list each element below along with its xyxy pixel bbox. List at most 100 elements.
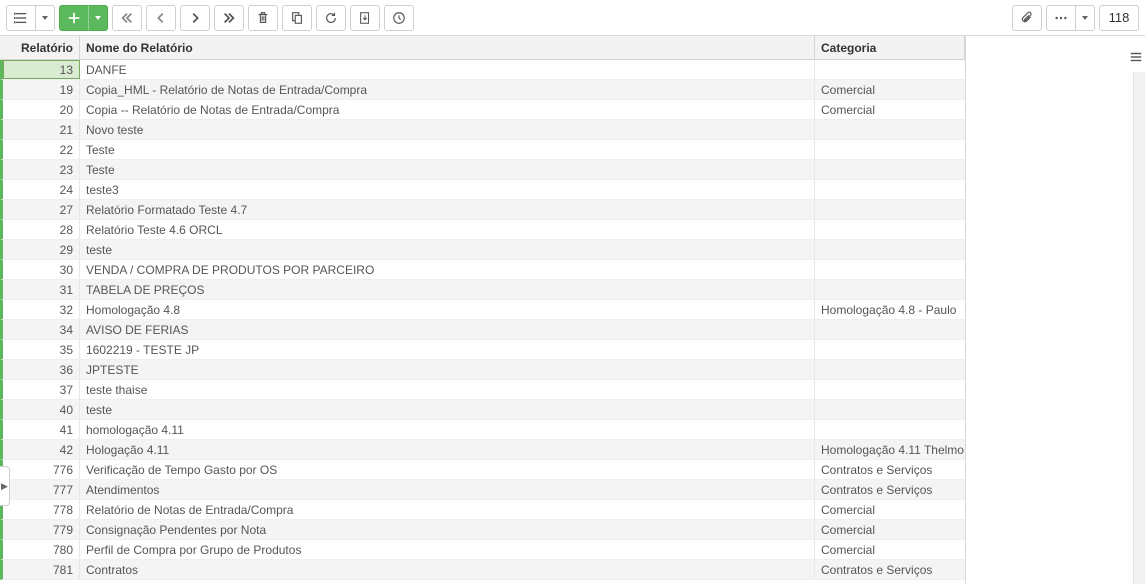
cell-category [815,360,965,379]
cell-name: Homologação 4.8 [80,300,815,319]
cell-id: 32 [3,300,80,319]
cell-category [815,200,965,219]
cell-category [815,160,965,179]
cell-name: teste thaise [80,380,815,399]
last-page-button[interactable] [214,5,244,31]
table-row[interactable]: 24teste3 [0,180,965,200]
cell-id: 30 [3,260,80,279]
cell-category [815,60,965,79]
cell-name: Consignação Pendentes por Nota [80,520,815,539]
table-row[interactable]: 23Teste [0,160,965,180]
add-button[interactable] [59,5,89,31]
list-view-dropdown[interactable] [35,5,55,31]
refresh-button[interactable] [316,5,346,31]
cell-category [815,420,965,439]
cell-category [815,120,965,139]
attachments-button[interactable] [1012,5,1042,31]
more-actions-dropdown[interactable] [1075,5,1095,31]
table-row[interactable]: 37teste thaise [0,380,965,400]
copy-button[interactable] [282,5,312,31]
table-row[interactable]: 36JPTESTE [0,360,965,380]
cell-category: Comercial [815,500,965,519]
column-header-category[interactable]: Categoria [815,36,965,59]
table-row[interactable]: 34AVISO DE FERIAS [0,320,965,340]
cell-id: 27 [3,200,80,219]
cell-name: VENDA / COMPRA DE PRODUTOS POR PARCEIRO [80,260,815,279]
prev-page-button[interactable] [146,5,176,31]
cell-name: teste [80,400,815,419]
cell-name: JPTESTE [80,360,815,379]
cell-name: DANFE [80,60,815,79]
table-row[interactable]: 780Perfil de Compra por Grupo de Produto… [0,540,965,560]
cell-name: Copia_HML - Relatório de Notas de Entrad… [80,80,815,99]
cell-category: Comercial [815,540,965,559]
table-row[interactable]: 32Homologação 4.8Homologação 4.8 - Paulo [0,300,965,320]
expand-left-panel-handle[interactable]: ▶ [0,466,10,506]
table-row[interactable]: 28Relatório Teste 4.6 ORCL [0,220,965,240]
cell-name: AVISO DE FERIAS [80,320,815,339]
cell-name: Relatório de Notas de Entrada/Compra [80,500,815,519]
table-row[interactable]: 20Copia -- Relatório de Notas de Entrada… [0,100,965,120]
cell-id: 42 [3,440,80,459]
export-button[interactable] [350,5,380,31]
cell-category [815,220,965,239]
table-row[interactable]: 41homologação 4.11 [0,420,965,440]
cell-id: 37 [3,380,80,399]
cell-id: 36 [3,360,80,379]
cell-id: 35 [3,340,80,359]
cell-id: 28 [3,220,80,239]
table-row[interactable]: 781ContratosContratos e Serviços [0,560,965,580]
cell-category [815,380,965,399]
cell-name: homologação 4.11 [80,420,815,439]
table-row[interactable]: 31TABELA DE PREÇOS [0,280,965,300]
table-row[interactable]: 42Hologação 4.11Homologação 4.11 Thelmo [0,440,965,460]
more-actions-button[interactable] [1046,5,1076,31]
table-row[interactable]: 19Copia_HML - Relatório de Notas de Entr… [0,80,965,100]
cell-category [815,400,965,419]
table-row[interactable]: 30VENDA / COMPRA DE PRODUTOS POR PARCEIR… [0,260,965,280]
panel-menu-icon[interactable] [1129,50,1143,67]
cell-id: 34 [3,320,80,339]
cell-name: Novo teste [80,120,815,139]
cell-category [815,260,965,279]
cell-name: Perfil de Compra por Grupo de Produtos [80,540,815,559]
table-row[interactable]: 779Consignação Pendentes por NotaComerci… [0,520,965,540]
table-row[interactable]: 29teste [0,240,965,260]
cell-category: Homologação 4.11 Thelmo [815,440,965,459]
cell-id: 780 [3,540,80,559]
cell-name: teste [80,240,815,259]
cell-category: Contratos e Serviços [815,560,965,579]
first-page-button[interactable] [112,5,142,31]
cell-id: 13 [3,60,80,79]
table-row[interactable]: 13DANFE [0,60,965,80]
history-button[interactable] [384,5,414,31]
table-row[interactable]: 22Teste [0,140,965,160]
results-grid: Relatório Nome do Relatório Categoria 13… [0,36,966,584]
add-dropdown[interactable] [88,5,108,31]
cell-id: 19 [3,80,80,99]
cell-category: Comercial [815,100,965,119]
cell-id: 29 [3,240,80,259]
next-page-button[interactable] [180,5,210,31]
table-row[interactable]: 351602219 - TESTE JP [0,340,965,360]
cell-name: Hologação 4.11 [80,440,815,459]
cell-category [815,180,965,199]
cell-category: Homologação 4.8 - Paulo [815,300,965,319]
table-row[interactable]: 778Relatório de Notas de Entrada/CompraC… [0,500,965,520]
cell-name: 1602219 - TESTE JP [80,340,815,359]
cell-id: 40 [3,400,80,419]
toolbar: 118 [0,0,1145,36]
column-header-name[interactable]: Nome do Relatório [80,36,815,59]
table-row[interactable]: 21Novo teste [0,120,965,140]
cell-name: Relatório Formatado Teste 4.7 [80,200,815,219]
table-row[interactable]: 40teste [0,400,965,420]
cell-category: Comercial [815,80,965,99]
vertical-scrollbar[interactable] [1133,72,1145,584]
cell-category: Contratos e Serviços [815,480,965,499]
table-row[interactable]: 777AtendimentosContratos e Serviços [0,480,965,500]
column-header-id[interactable]: Relatório [0,36,80,59]
list-view-button[interactable] [6,5,36,31]
table-row[interactable]: 27Relatório Formatado Teste 4.7 [0,200,965,220]
table-row[interactable]: 776Verificação de Tempo Gasto por OSCont… [0,460,965,480]
delete-button[interactable] [248,5,278,31]
